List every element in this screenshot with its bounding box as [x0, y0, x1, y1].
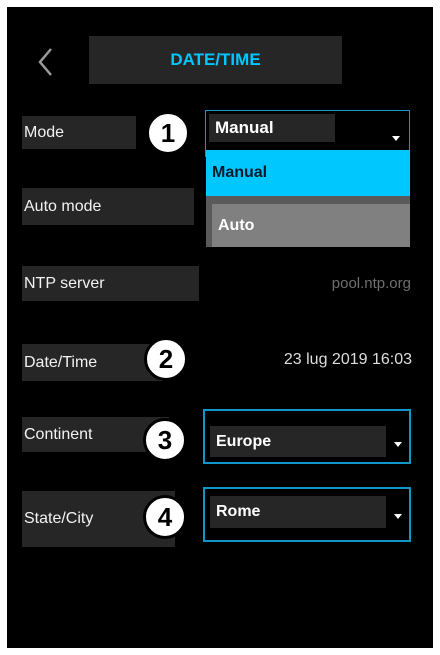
mode-label: Mode — [22, 116, 136, 149]
page-title: DATE/TIME — [89, 36, 342, 84]
callout-badge-3: 3 — [143, 418, 187, 462]
chevron-down-icon — [392, 136, 400, 141]
continent-select[interactable]: Europe — [203, 409, 411, 464]
chevron-left-icon — [38, 48, 52, 76]
auto-mode-label: Auto mode — [22, 188, 194, 225]
chevron-down-icon — [394, 514, 402, 519]
mode-option-manual[interactable]: Manual — [206, 150, 410, 196]
chevron-down-icon — [394, 442, 402, 447]
datetime-value: 23 lug 2019 16:03 — [283, 351, 412, 368]
dropdown-divider — [206, 196, 410, 204]
callout-badge-1: 1 — [146, 111, 190, 155]
mode-option-auto[interactable]: Auto — [206, 204, 410, 247]
continent-selected-value: Europe — [210, 426, 386, 457]
back-button[interactable] — [35, 45, 59, 79]
callout-badge-4: 4 — [143, 495, 187, 539]
callout-badge-2: 2 — [144, 337, 188, 381]
ntp-server-value: pool.ntp.org — [331, 275, 411, 292]
state-city-selected-value: Rome — [210, 496, 386, 528]
datetime-label: Date/Time — [22, 344, 164, 381]
ntp-server-label: NTP server — [22, 266, 199, 301]
mode-selected-value: Manual — [209, 114, 335, 142]
state-city-select[interactable]: Rome — [203, 487, 411, 542]
screen: DATE/TIME Mode 1 Manual Manual Auto Auto… — [7, 7, 433, 648]
